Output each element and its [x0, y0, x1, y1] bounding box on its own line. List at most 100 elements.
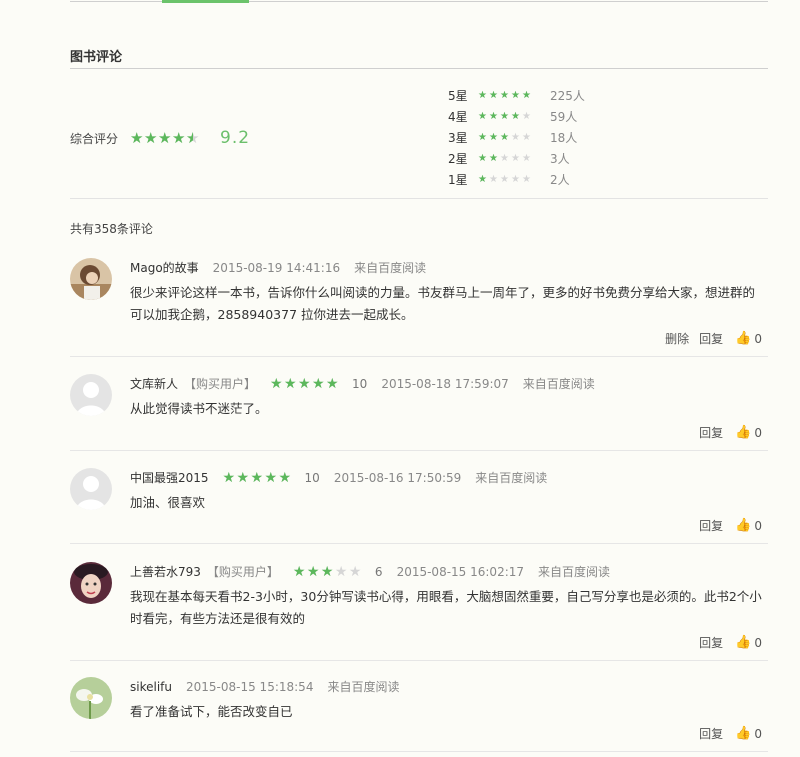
review-divider — [70, 660, 768, 661]
avatar[interactable] — [70, 374, 112, 416]
avatar[interactable] — [70, 258, 112, 300]
like-button[interactable]: 👍 0 — [735, 331, 762, 346]
thumbs-up-icon: 👍 — [735, 331, 752, 346]
section-title: 图书评论 — [70, 50, 123, 65]
distribution-stars: ★★ ★★ ★★ ★★ ★★ — [478, 152, 550, 164]
star-icon: ★ ★ — [489, 110, 498, 122]
review-text: 看了准备试下，能否改变自已 — [130, 704, 293, 719]
star-empty-icon: ★★ — [522, 173, 531, 185]
like-count: 0 — [754, 331, 762, 346]
like-button[interactable]: 👍 0 — [735, 635, 762, 650]
like-button[interactable]: 👍 0 — [735, 518, 762, 533]
review-divider — [70, 751, 768, 752]
star-icon: ★ ★ — [489, 89, 498, 101]
distribution-count: 59人 — [550, 110, 578, 124]
like-button[interactable]: 👍 0 — [735, 726, 762, 741]
distribution-count: 225人 — [550, 89, 585, 103]
overall-rating: 综合评分 ★ ★ ★ ★ ★ ★ ★ ★ ★ ★ 9.2 — [70, 128, 250, 148]
review-text: 加油、很喜欢 — [130, 495, 206, 510]
review-divider — [70, 450, 768, 451]
distribution-label: 5星 — [448, 89, 468, 103]
like-count: 0 — [754, 518, 762, 533]
reply-button[interactable]: 回复 — [699, 517, 723, 534]
overall-rating-label: 综合评分 — [70, 131, 119, 146]
review-score: 6 — [374, 564, 383, 579]
star-icon: ★ ★ — [144, 128, 158, 147]
avatar[interactable] — [70, 677, 112, 719]
star-icon: ★ ★ — [326, 375, 339, 392]
star-icon: ★ ★ — [306, 563, 320, 580]
star-empty-icon: ★★ — [511, 152, 520, 164]
star-icon: ★ ★ — [478, 110, 487, 122]
delete-button[interactable]: 删除 — [665, 330, 689, 347]
star-icon: ★ ★ — [511, 110, 520, 122]
reply-button[interactable]: 回复 — [699, 725, 723, 742]
review-text: 很少来评论这样一本书，告诉你什么叫阅读的力量。书友群马上一周年了，更多的好书免费… — [130, 285, 756, 322]
star-empty-icon: ★★ — [500, 173, 509, 185]
section-divider — [70, 68, 768, 69]
distribution-row: 1星 ★★ ★★ ★★ ★★ ★★ 2人 — [448, 169, 585, 190]
review-time: 2015-08-15 16:02:17 — [396, 564, 525, 579]
like-count: 0 — [754, 726, 762, 741]
star-icon: ★ ★ — [478, 131, 487, 143]
star-icon: ★ ★ — [236, 469, 250, 486]
star-empty-icon: ★★ — [522, 110, 531, 122]
reply-button[interactable]: 回复 — [699, 634, 723, 651]
review-divider — [70, 543, 768, 544]
review-stars: ★★ ★★ ★★ ★★ ★★ — [270, 377, 340, 391]
star-icon: ★ ★ — [478, 173, 487, 185]
star-empty-icon: ★★ — [511, 131, 520, 143]
avatar[interactable] — [70, 468, 112, 510]
star-half-icon: ★ ★ — [186, 128, 200, 147]
review-score: 10 — [304, 470, 320, 485]
star-empty-icon: ★★ — [348, 563, 362, 580]
star-icon: ★ ★ — [264, 469, 278, 486]
review-actions: 删除 回复 👍 0 — [655, 330, 762, 347]
review-divider — [70, 356, 768, 357]
star-empty-icon: ★★ — [511, 173, 520, 185]
star-icon: ★ ★ — [292, 563, 306, 580]
star-icon: ★ ★ — [222, 469, 236, 486]
thumbs-up-icon: 👍 — [735, 726, 752, 741]
review-header: sikelifu 2015-08-15 15:18:54 来自百度阅读 — [130, 678, 399, 695]
overall-score: 9.2 — [220, 128, 251, 148]
distribution-label: 3星 — [448, 131, 468, 145]
review-actions: 回复 👍 0 — [689, 424, 762, 441]
star-icon: ★ ★ — [478, 152, 487, 164]
review-score: 10 — [352, 376, 368, 391]
review-time: 2015-08-18 17:59:07 — [381, 376, 509, 391]
review-author[interactable]: Mago的故事 — [130, 259, 199, 276]
star-icon: ★ ★ — [130, 128, 144, 147]
review-author[interactable]: 文库新人 — [130, 375, 178, 392]
distribution-count: 3人 — [550, 152, 570, 166]
star-icon: ★ ★ — [489, 152, 498, 164]
review-author[interactable]: 上善若水793 — [130, 563, 201, 580]
like-button[interactable]: 👍 0 — [735, 425, 762, 440]
distribution-label: 4星 — [448, 110, 468, 124]
avatar[interactable] — [70, 562, 112, 604]
review-source: 来自百度阅读 — [354, 261, 427, 275]
star-empty-icon: ★★ — [500, 152, 509, 164]
reply-button[interactable]: 回复 — [699, 424, 723, 441]
reply-button[interactable]: 回复 — [699, 330, 723, 347]
star-icon: ★ ★ — [500, 89, 509, 101]
star-icon: ★ ★ — [489, 131, 498, 143]
like-count: 0 — [754, 635, 762, 650]
distribution-label: 2星 — [448, 152, 468, 166]
distribution-count: 2人 — [550, 173, 570, 187]
review-source: 来自百度阅读 — [522, 377, 595, 391]
star-icon: ★ ★ — [250, 469, 264, 486]
star-icon: ★ ★ — [500, 110, 509, 122]
star-empty-icon: ★★ — [522, 131, 531, 143]
distribution-count: 18人 — [550, 131, 578, 145]
star-icon: ★ ★ — [511, 89, 520, 101]
review-author[interactable]: 中国最强2015 — [130, 469, 209, 486]
review-source: 来自百度阅读 — [475, 471, 548, 485]
distribution-stars: ★★ ★★ ★★ ★★ ★★ — [478, 89, 550, 101]
review-author[interactable]: sikelifu — [130, 680, 172, 694]
buyer-badge: 【购买用户】 — [184, 377, 257, 391]
star-empty-icon: ★★ — [334, 563, 348, 580]
thumbs-up-icon: 👍 — [735, 425, 752, 440]
review-time: 2015-08-16 17:50:59 — [333, 470, 462, 485]
star-icon: ★ ★ — [298, 375, 311, 392]
